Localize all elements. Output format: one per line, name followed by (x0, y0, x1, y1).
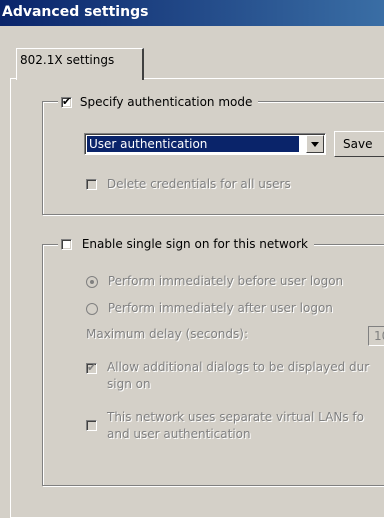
tab-label: 802.1X settings (20, 53, 115, 67)
radio-before-logon-label: Perform immediately before user logon (107, 274, 344, 288)
allow-dialogs-label-line2: sign on (107, 377, 151, 391)
delete-credentials-label: Delete credentials for all users (106, 177, 291, 191)
specify-auth-mode-checkbox[interactable]: ✔ (61, 95, 72, 108)
separate-vlans-label-line1: This network uses separate virtual LANs … (107, 410, 364, 424)
checkmark-icon: ✔ (62, 95, 72, 108)
title-bar: Advanced settings (0, 0, 384, 26)
radio-before-logon[interactable] (86, 275, 98, 288)
delete-credentials-row[interactable]: Delete credentials for all users (86, 176, 291, 192)
save-credentials-button[interactable]: Save (334, 131, 384, 157)
sso-legend[interactable]: Enable single sign on for this network (58, 236, 314, 252)
chevron-down-icon[interactable] (306, 135, 324, 153)
allow-dialogs-checkbox[interactable]: ✔ (86, 361, 97, 374)
radio-before-logon-row[interactable]: Perform immediately before user logon (86, 273, 343, 289)
separate-vlans-label-line2: and user authentication (107, 427, 251, 441)
max-delay-value: 10 (374, 329, 384, 343)
max-delay-label: Maximum delay (seconds): (86, 327, 248, 341)
delete-credentials-checkbox[interactable] (86, 179, 97, 190)
radio-after-logon-row[interactable]: Perform immediately after user logon (86, 300, 333, 316)
checkmark-icon: ✔ (87, 361, 97, 374)
separate-vlans-row[interactable] (86, 417, 97, 433)
tab-802-1x-settings[interactable]: 802.1X settings (16, 48, 144, 80)
auth-mode-legend[interactable]: ✔ Specify authentication mode (58, 94, 259, 110)
auth-mode-select[interactable]: User authentication (84, 133, 326, 155)
specify-auth-mode-label: Specify authentication mode (79, 95, 253, 109)
allow-dialogs-row[interactable]: ✔ (86, 360, 97, 376)
enable-sso-label: Enable single sign on for this network (81, 237, 308, 251)
max-delay-input[interactable]: 10 (368, 326, 384, 346)
allow-dialogs-label-line1: Allow additional dialogs to be displayed… (107, 360, 370, 374)
radio-after-logon-label: Perform immediately after user logon (107, 301, 333, 315)
auth-mode-value: User authentication (87, 136, 299, 152)
separate-vlans-checkbox[interactable] (86, 420, 97, 431)
window-title: Advanced settings (2, 4, 149, 20)
enable-sso-checkbox[interactable] (61, 239, 72, 250)
save-button-label: Save (343, 137, 373, 151)
auth-mode-group (42, 101, 384, 215)
radio-after-logon[interactable] (86, 302, 98, 315)
